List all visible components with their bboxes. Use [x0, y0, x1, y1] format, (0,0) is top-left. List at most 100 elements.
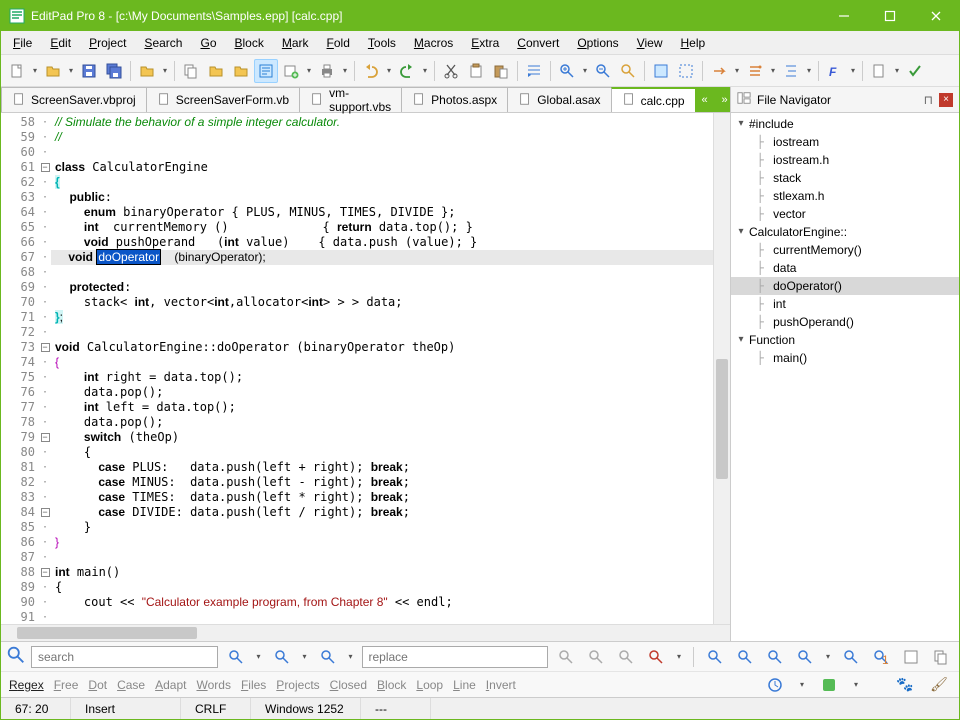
menu-mark[interactable]: Mark — [274, 33, 317, 53]
vertical-scrollbar[interactable] — [713, 113, 730, 624]
regex-helper-button[interactable]: 🐾 — [893, 673, 917, 697]
brush-button[interactable]: 🖌 — [927, 673, 951, 697]
tool2-button[interactable] — [743, 59, 767, 83]
favorite-button[interactable] — [817, 673, 841, 697]
opt-block[interactable]: Block — [377, 678, 406, 692]
menu-go[interactable]: Go — [192, 33, 224, 53]
wrap-button[interactable] — [254, 59, 278, 83]
find-button-1[interactable] — [703, 645, 727, 669]
find-button-5[interactable] — [839, 645, 863, 669]
dropdown-icon[interactable]: ▾ — [384, 66, 394, 75]
opt-words[interactable]: Words — [196, 678, 230, 692]
folder2-button[interactable] — [229, 59, 253, 83]
replace-button[interactable] — [554, 645, 578, 669]
tree-item[interactable]: ▾Function — [731, 331, 959, 349]
horizontal-scrollbar[interactable] — [1, 624, 730, 641]
dropdown-icon[interactable]: ▾ — [848, 66, 858, 75]
opt-projects[interactable]: Projects — [276, 678, 319, 692]
tree-item[interactable]: ├ int — [731, 295, 959, 313]
dropdown-icon[interactable]: ▾ — [797, 680, 807, 689]
find-copy-button[interactable] — [929, 645, 953, 669]
menu-file[interactable]: File — [5, 33, 40, 53]
tab-next-button[interactable]: » — [715, 87, 731, 112]
opt-free[interactable]: Free — [54, 678, 79, 692]
doc-button[interactable] — [867, 59, 891, 83]
code-editor[interactable]: // Simulate the behavior of a simple int… — [51, 113, 730, 624]
redo-button[interactable] — [395, 59, 419, 83]
dropdown-icon[interactable]: ▾ — [30, 66, 40, 75]
select-button[interactable] — [674, 59, 698, 83]
menu-view[interactable]: View — [629, 33, 671, 53]
tab-global-asax[interactable]: Global.asax — [507, 87, 611, 112]
tree-item[interactable]: ├ pushOperand() — [731, 313, 959, 331]
dropdown-icon[interactable]: ▾ — [580, 66, 590, 75]
maximize-button[interactable] — [867, 1, 913, 31]
zoom-out-button[interactable] — [591, 59, 615, 83]
minimize-button[interactable] — [821, 1, 867, 31]
indent-button[interactable] — [522, 59, 546, 83]
menu-project[interactable]: Project — [81, 33, 134, 53]
opt-dot[interactable]: Dot — [88, 678, 107, 692]
opt-loop[interactable]: Loop — [416, 678, 443, 692]
zoom-in-button[interactable] — [555, 59, 579, 83]
search-input[interactable] — [31, 646, 218, 668]
tree-item[interactable]: ├ iostream — [731, 133, 959, 151]
tree-item[interactable]: ▾CalculatorEngine:: — [731, 223, 959, 241]
paste-button[interactable] — [489, 59, 513, 83]
opt-invert[interactable]: Invert — [486, 678, 516, 692]
menu-search[interactable]: Search — [136, 33, 190, 53]
dropdown-icon[interactable]: ▾ — [300, 652, 310, 661]
font-button[interactable]: F — [823, 59, 847, 83]
tab-prev-button[interactable]: « — [695, 87, 715, 112]
tree-item[interactable]: ├ main() — [731, 349, 959, 367]
add-button[interactable] — [279, 59, 303, 83]
dropdown-icon[interactable]: ▾ — [66, 66, 76, 75]
navigator-tree[interactable]: ▾#include ├ iostream ├ iostream.h ├ stac… — [731, 113, 959, 641]
menu-options[interactable]: Options — [569, 33, 626, 53]
menu-help[interactable]: Help — [673, 33, 714, 53]
tab-photos-aspx[interactable]: Photos.aspx — [401, 87, 508, 112]
dropdown-icon[interactable]: ▾ — [254, 652, 264, 661]
tool3-button[interactable] — [779, 59, 803, 83]
dropdown-icon[interactable]: ▾ — [892, 66, 902, 75]
tree-item[interactable]: ▾#include — [731, 115, 959, 133]
close-button[interactable] — [913, 1, 959, 31]
tool1-button[interactable] — [707, 59, 731, 83]
dropdown-icon[interactable]: ▾ — [346, 652, 356, 661]
save-button[interactable] — [77, 59, 101, 83]
dropdown-icon[interactable]: ▾ — [160, 66, 170, 75]
history-button[interactable] — [763, 673, 787, 697]
tree-item[interactable]: ├ doOperator() — [731, 277, 959, 295]
dropdown-icon[interactable]: ▾ — [732, 66, 742, 75]
dropdown-icon[interactable]: ▾ — [768, 66, 778, 75]
new-button[interactable] — [5, 59, 29, 83]
copy-button[interactable] — [179, 59, 203, 83]
find-button-2[interactable] — [733, 645, 757, 669]
save-all-button[interactable] — [102, 59, 126, 83]
find-count-button[interactable]: 123 — [869, 645, 893, 669]
replace-input[interactable] — [362, 646, 549, 668]
opt-closed[interactable]: Closed — [330, 678, 367, 692]
replace-stop-button[interactable] — [644, 645, 668, 669]
tree-item[interactable]: ├ stack — [731, 169, 959, 187]
pin-icon[interactable]: ⊓ — [924, 93, 933, 107]
menu-macros[interactable]: Macros — [406, 33, 461, 53]
find-list-button[interactable] — [899, 645, 923, 669]
menu-block[interactable]: Block — [227, 33, 272, 53]
folder-button[interactable] — [204, 59, 228, 83]
tab-screensaverform-vb[interactable]: ScreenSaverForm.vb — [146, 87, 300, 112]
opt-line[interactable]: Line — [453, 678, 476, 692]
tree-item[interactable]: ├ data — [731, 259, 959, 277]
menu-convert[interactable]: Convert — [509, 33, 567, 53]
check-button[interactable] — [903, 59, 927, 83]
fold-column[interactable]: ···−···········−·····−····−···−··· — [39, 113, 51, 624]
tree-item[interactable]: ├ currentMemory() — [731, 241, 959, 259]
opt-files[interactable]: Files — [241, 678, 266, 692]
dropdown-icon[interactable]: ▾ — [674, 652, 684, 661]
search-prev-button[interactable] — [270, 645, 294, 669]
find-button-3[interactable] — [763, 645, 787, 669]
dropdown-icon[interactable]: ▾ — [340, 66, 350, 75]
highlight-button[interactable] — [649, 59, 673, 83]
tree-item[interactable]: ├ vector — [731, 205, 959, 223]
dropdown-icon[interactable]: ▾ — [823, 652, 833, 661]
